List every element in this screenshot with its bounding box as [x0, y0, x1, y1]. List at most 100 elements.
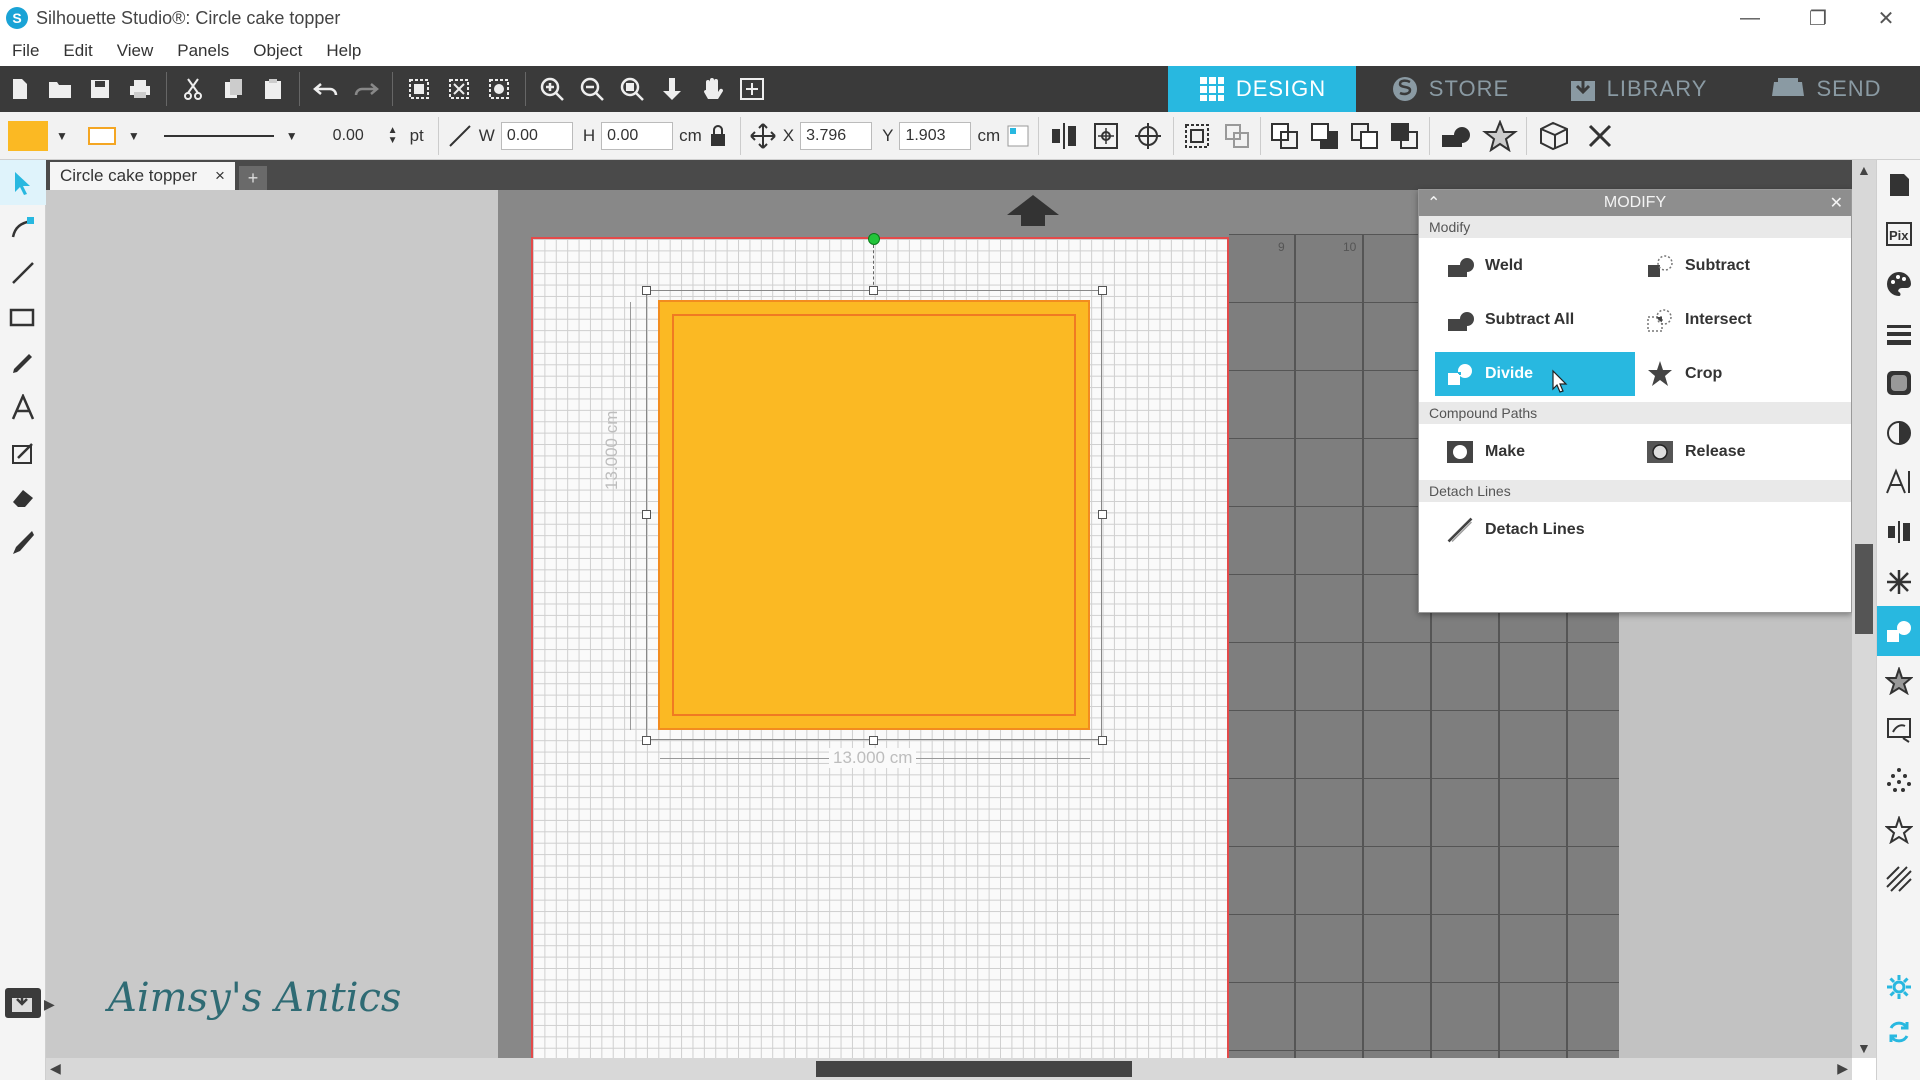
expand-arrow-icon[interactable]: ▶	[44, 996, 55, 1013]
fill-palette-icon[interactable]	[1877, 259, 1920, 309]
tab-send[interactable]: SEND	[1732, 66, 1920, 112]
center-to-page-icon[interactable]	[1089, 121, 1123, 151]
copy-icon[interactable]	[213, 69, 253, 109]
eraser-tool-icon[interactable]	[0, 475, 46, 520]
pan-hand-icon[interactable]	[692, 69, 732, 109]
zoom-in-icon[interactable]	[532, 69, 572, 109]
resize-handle-right[interactable]	[1098, 510, 1107, 519]
group-icon[interactable]	[1182, 121, 1212, 151]
scroll-down-icon[interactable]: ▼	[1857, 1040, 1871, 1056]
resize-handle-bottom-right[interactable]	[1098, 736, 1107, 745]
tab-store[interactable]: STORE	[1356, 66, 1544, 112]
lock-aspect-icon[interactable]	[708, 123, 732, 149]
align-panel-icon[interactable]	[1877, 507, 1920, 557]
3d-box-icon[interactable]	[1535, 119, 1573, 153]
subtract-all-button[interactable]: Subtract All	[1435, 298, 1635, 342]
redo-icon[interactable]	[346, 69, 386, 109]
fit-to-page-icon[interactable]	[652, 69, 692, 109]
menu-help[interactable]: Help	[314, 41, 373, 61]
resize-handle-left[interactable]	[642, 510, 651, 519]
square-shape[interactable]	[658, 300, 1090, 730]
intersect-button[interactable]: Intersect	[1635, 298, 1835, 342]
text-tool-icon[interactable]	[0, 385, 46, 430]
resize-handle-top-left[interactable]	[642, 286, 651, 295]
line-color-swatch[interactable]	[87, 126, 116, 145]
edit-pen-tool-icon[interactable]	[0, 430, 46, 475]
horizontal-scrollbar[interactable]: ◀ ▶	[46, 1058, 1852, 1080]
send-backward-icon[interactable]	[1389, 121, 1421, 151]
line-style-icon[interactable]	[1877, 309, 1920, 359]
add-page-icon[interactable]	[732, 69, 772, 109]
paste-icon[interactable]	[253, 69, 293, 109]
star-library-icon[interactable]	[1877, 805, 1920, 855]
resize-handle-top-right[interactable]	[1098, 286, 1107, 295]
select-by-color-icon[interactable]	[479, 69, 519, 109]
rectangle-tool-icon[interactable]	[0, 295, 46, 340]
bring-to-front-icon[interactable]	[1269, 121, 1301, 151]
fill-color-dropdown-icon[interactable]: ▼	[56, 129, 68, 143]
y-position-input[interactable]	[899, 121, 972, 150]
horizontal-scroll-thumb[interactable]	[816, 1061, 1132, 1077]
save-icon[interactable]	[80, 69, 120, 109]
scroll-right-icon[interactable]: ▶	[1837, 1060, 1848, 1077]
sync-icon[interactable]	[1877, 1012, 1920, 1052]
menu-file[interactable]: File	[0, 41, 51, 61]
x-position-input[interactable]	[800, 121, 873, 150]
weld-button[interactable]: Weld	[1435, 244, 1635, 288]
crop-button[interactable]: Crop	[1635, 352, 1835, 396]
fill-color-swatch[interactable]	[8, 120, 48, 151]
trace-icon[interactable]	[1877, 706, 1920, 756]
height-input[interactable]	[601, 121, 674, 150]
add-tab-button[interactable]: +	[238, 166, 267, 190]
point-edit-tool-icon[interactable]	[0, 205, 46, 250]
release-compound-button[interactable]: Release	[1635, 430, 1835, 474]
delete-x-icon[interactable]	[1585, 121, 1615, 151]
line-color-dropdown-icon[interactable]: ▼	[128, 129, 140, 143]
import-library-button[interactable]	[5, 988, 41, 1018]
select-tool-icon[interactable]	[0, 160, 46, 205]
freehand-tool-icon[interactable]	[0, 340, 46, 385]
select-all-icon[interactable]	[399, 69, 439, 109]
zoom-out-icon[interactable]	[572, 69, 612, 109]
bring-forward-icon[interactable]	[1349, 121, 1381, 151]
align-icon[interactable]	[1047, 121, 1081, 151]
knife-tool-icon[interactable]	[0, 520, 46, 565]
weld-shapes-icon[interactable]	[1438, 121, 1474, 151]
reference-point-icon[interactable]	[1006, 124, 1030, 148]
menu-view[interactable]: View	[105, 41, 166, 61]
resize-handle-bottom[interactable]	[869, 736, 878, 745]
subtract-button[interactable]: Subtract	[1635, 244, 1835, 288]
vertical-scrollbar[interactable]: ▲ ▼	[1852, 160, 1876, 1058]
document-tab[interactable]: Circle cake topper ×	[50, 162, 235, 190]
page-setup-icon[interactable]	[1877, 160, 1920, 210]
undo-icon[interactable]	[306, 69, 346, 109]
detach-lines-button[interactable]: Detach Lines	[1435, 508, 1635, 552]
divide-button[interactable]: Divide	[1435, 352, 1635, 396]
tab-library[interactable]: LIBRARY	[1544, 66, 1732, 112]
close-tab-icon[interactable]: ×	[215, 166, 225, 186]
make-compound-button[interactable]: Make	[1435, 430, 1635, 474]
offset-star-icon[interactable]	[1482, 119, 1519, 152]
ungroup-icon[interactable]	[1222, 121, 1252, 151]
texture-icon[interactable]	[1877, 358, 1920, 408]
close-panel-icon[interactable]: ✕	[1830, 193, 1843, 213]
cut-icon[interactable]	[173, 69, 213, 109]
text-style-icon[interactable]	[1877, 458, 1920, 508]
rotation-handle[interactable]	[868, 233, 880, 245]
new-document-icon[interactable]	[0, 69, 40, 109]
resize-handle-top[interactable]	[869, 286, 878, 295]
line-style-preview[interactable]	[163, 134, 274, 137]
restore-button[interactable]: ❐	[1784, 0, 1852, 36]
modify-panel-header[interactable]: ⌃ MODIFY ✕	[1419, 190, 1851, 216]
scroll-left-icon[interactable]: ◀	[50, 1060, 61, 1077]
tab-design[interactable]: DESIGN	[1168, 66, 1356, 112]
settings-gear-icon[interactable]	[1877, 962, 1920, 1012]
offset-icon[interactable]	[1877, 656, 1920, 706]
resize-handle-bottom-left[interactable]	[642, 736, 651, 745]
scroll-up-icon[interactable]: ▲	[1857, 162, 1871, 178]
close-window-button[interactable]: ✕	[1852, 0, 1920, 36]
print-icon[interactable]	[120, 69, 160, 109]
width-input[interactable]	[500, 121, 573, 150]
crosshair-center-icon[interactable]	[1131, 121, 1165, 151]
zoom-selected-icon[interactable]	[612, 69, 652, 109]
